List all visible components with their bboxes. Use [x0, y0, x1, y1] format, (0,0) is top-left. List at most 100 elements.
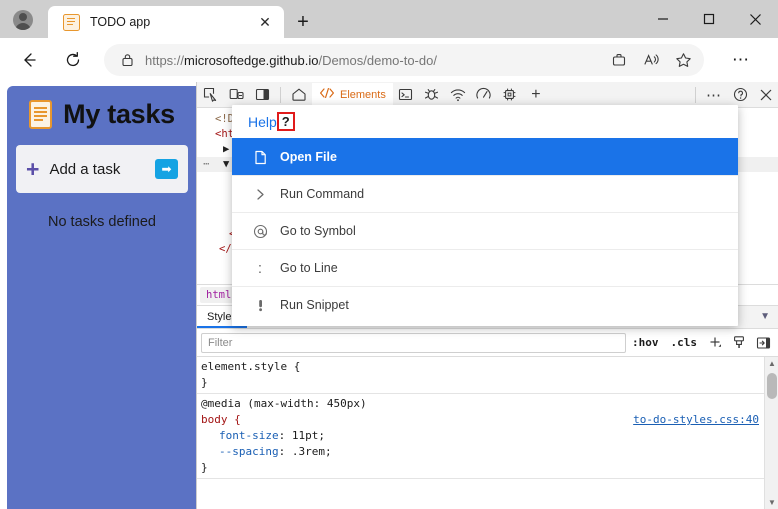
css-rule-selector: element.style { — [201, 359, 765, 375]
star-icon[interactable] — [668, 46, 698, 74]
scroll-down-arrow-icon[interactable]: ▼ — [765, 496, 778, 509]
performance-gauge-icon[interactable] — [471, 83, 497, 107]
command-menu-item-go-to-symbol[interactable]: Go to Symbol — [232, 212, 738, 249]
minimize-button[interactable] — [640, 0, 686, 38]
toolbar-divider-right — [695, 87, 696, 103]
css-rule-selector[interactable]: body { — [201, 413, 241, 426]
devtools-command-menu[interactable]: Help? Open File Run Command — [232, 105, 738, 326]
browser-tab-title: TODO app — [90, 15, 254, 29]
css-rule-selector-row: body { to-do-styles.css:40 — [201, 412, 765, 428]
address-bar-url: https://microsoftedge.github.io/Demos/de… — [145, 53, 602, 68]
network-icon[interactable] — [445, 83, 471, 107]
home-icon[interactable] — [286, 83, 312, 107]
styles-filter-bar: Filter :hov .cls — [197, 329, 778, 357]
command-menu-item-open-file[interactable]: Open File — [232, 138, 738, 175]
css-property-name[interactable]: font-size — [201, 429, 279, 442]
new-tab-button[interactable]: + — [290, 10, 316, 34]
css-rule-origin-link[interactable]: to-do-styles.css:40 — [633, 412, 759, 428]
css-property-value[interactable]: .3rem; — [292, 445, 332, 458]
close-tab-icon[interactable]: ✕ — [254, 11, 276, 33]
close-window-button[interactable] — [732, 0, 778, 38]
url-prefix: https:// — [145, 53, 184, 68]
command-menu-item-run-command[interactable]: Run Command — [232, 175, 738, 212]
toggle-hover-state-button[interactable]: :hov — [626, 333, 665, 353]
command-menu-query[interactable]: Help — [248, 114, 277, 130]
devtools-toolbar-right: ⋯ — [690, 83, 778, 107]
toggle-sidebar-icon[interactable] — [751, 333, 775, 353]
device-emulation-icon[interactable] — [223, 83, 249, 107]
arrow-right-icon[interactable]: ➡ — [155, 159, 178, 179]
css-rule-element-style[interactable]: element.style { } — [197, 357, 765, 394]
command-menu-item-label: Open File — [280, 150, 337, 164]
css-rule-body[interactable]: @media (max-width: 450px) body { to-do-s… — [197, 394, 765, 479]
browser-settings-more-button[interactable]: ⋯ — [726, 45, 756, 75]
url-path: /Demos/demo-to-do/ — [318, 53, 437, 68]
console-icon[interactable] — [393, 83, 419, 107]
command-menu-item-label: Run Snippet — [280, 298, 349, 312]
browser-window: TODO app ✕ + — [0, 0, 778, 509]
debugger-icon[interactable] — [419, 83, 445, 107]
scroll-up-arrow-icon[interactable]: ▲ — [765, 357, 778, 370]
chevron-down-icon[interactable]: ▼ — [751, 306, 778, 328]
profile-avatar-icon — [13, 10, 33, 30]
styles-rules-pane[interactable]: element.style { } @media (max-width: 450… — [197, 357, 765, 509]
command-menu-item-run-snippet[interactable]: Run Snippet — [232, 286, 738, 323]
plus-icon: + — [26, 158, 39, 181]
collections-icon[interactable] — [604, 46, 634, 74]
snippet-icon — [248, 298, 272, 313]
css-property-value[interactable]: 11pt; — [292, 429, 325, 442]
dom-node-text: ▶ — [223, 143, 229, 155]
scrollbar-thumb[interactable] — [767, 373, 777, 399]
todo-app: My tasks + Add a task ➡ No tasks defined — [7, 86, 196, 509]
maximize-button[interactable] — [686, 0, 732, 38]
devtools-tab-elements-label: Elements — [340, 89, 386, 101]
reload-button[interactable] — [58, 45, 88, 75]
devtools-more-tools-button[interactable]: ⋯ — [701, 83, 727, 107]
address-bar[interactable]: https://microsoftedge.github.io/Demos/de… — [104, 44, 704, 76]
dom-node-menu-icon[interactable]: ⋯ — [199, 157, 214, 172]
browser-tab[interactable]: TODO app ✕ — [48, 6, 284, 38]
browser-navbar: https://microsoftedge.github.io/Demos/de… — [0, 38, 778, 82]
read-aloud-icon[interactable] — [636, 46, 666, 74]
toggle-class-button[interactable]: .cls — [665, 333, 704, 353]
help-circle-icon[interactable] — [727, 83, 753, 107]
toolbar-divider — [280, 87, 281, 103]
brush-icon[interactable] — [727, 333, 751, 353]
window-controls — [640, 0, 778, 38]
add-task-input-row[interactable]: + Add a task ➡ — [16, 145, 188, 193]
styles-filter-input[interactable]: Filter — [201, 333, 626, 353]
command-menu-token: ? — [277, 112, 295, 131]
css-rule-close-brace: } — [201, 375, 765, 391]
command-menu-item-label: Go to Symbol — [280, 224, 356, 238]
profile-button[interactable] — [6, 5, 40, 35]
command-menu-item-go-to-line[interactable]: : Go to Line — [232, 249, 738, 286]
css-property-name[interactable]: --spacing — [201, 445, 279, 458]
command-menu-item-label: Run Command — [280, 187, 364, 201]
back-button[interactable] — [14, 45, 44, 75]
close-devtools-icon[interactable] — [753, 83, 778, 107]
url-host: microsoftedge.github.io — [184, 53, 318, 68]
at-sign-icon — [248, 224, 272, 239]
css-declaration[interactable]: font-size: 11pt; — [201, 428, 765, 444]
css-media-query: @media (max-width: 450px) — [201, 396, 765, 412]
plus-new-style-rule-icon[interactable] — [703, 333, 727, 353]
css-declaration[interactable]: --spacing: .3rem; — [201, 444, 765, 460]
command-menu-input-row[interactable]: Help? — [232, 105, 738, 138]
code-brackets-icon — [319, 87, 335, 102]
styles-pane-scrollbar[interactable]: ▲ ▼ — [764, 357, 778, 509]
clipboard-icon — [63, 14, 80, 31]
dock-side-icon[interactable] — [249, 83, 275, 107]
dom-node-text: ▼ — [223, 158, 229, 170]
inspect-element-icon[interactable] — [197, 83, 223, 107]
memory-chip-icon[interactable] — [497, 83, 523, 107]
add-devtools-tab-button[interactable]: + — [523, 83, 549, 107]
lock-icon — [118, 53, 136, 67]
clipboard-icon — [29, 100, 52, 129]
web-page-viewport: My tasks + Add a task ➡ No tasks defined — [0, 82, 196, 509]
empty-task-message: No tasks defined — [48, 214, 156, 230]
css-rule-close-brace: } — [201, 460, 765, 476]
devtools-tab-elements[interactable]: Elements — [312, 83, 393, 107]
browser-titlebar: TODO app ✕ + — [0, 0, 778, 38]
add-task-input[interactable]: Add a task — [49, 161, 155, 178]
colon-icon: : — [248, 260, 272, 277]
